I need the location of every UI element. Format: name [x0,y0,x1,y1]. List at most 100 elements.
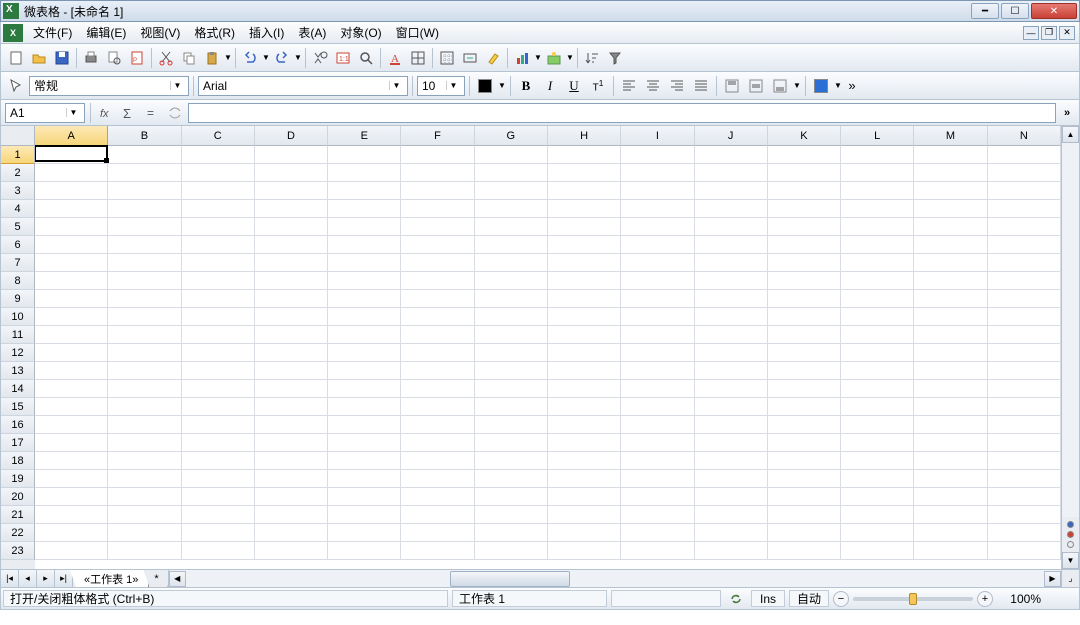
cell[interactable] [914,398,987,416]
cell[interactable] [914,254,987,272]
sheet-tab-1[interactable]: «工作表 1» [70,570,149,587]
chart-button[interactable] [511,47,533,69]
cell[interactable] [35,164,108,182]
cell[interactable] [841,308,914,326]
cut-button[interactable] [155,47,177,69]
cell[interactable] [548,164,621,182]
cell[interactable] [914,308,987,326]
cell[interactable] [914,218,987,236]
cell[interactable] [401,218,474,236]
cell[interactable] [255,398,328,416]
cell[interactable] [621,326,694,344]
cell[interactable] [548,308,621,326]
cell[interactable] [328,254,401,272]
cell[interactable] [475,182,548,200]
cell[interactable] [621,200,694,218]
nav-dot-2[interactable] [1067,531,1074,538]
col-header-M[interactable]: M [914,126,987,146]
cell[interactable] [182,236,255,254]
cell[interactable] [548,524,621,542]
cell[interactable] [328,164,401,182]
cell[interactable] [35,308,108,326]
cell[interactable] [255,416,328,434]
cell[interactable] [768,290,841,308]
col-header-I[interactable]: I [621,126,694,146]
row-header-11[interactable]: 11 [1,326,35,344]
cell[interactable] [695,362,768,380]
cell[interactable] [548,416,621,434]
cell[interactable] [328,452,401,470]
col-header-E[interactable]: E [328,126,401,146]
cell[interactable] [841,290,914,308]
cell[interactable] [108,452,181,470]
cell[interactable] [988,506,1061,524]
font-color-button[interactable] [474,75,496,97]
cell[interactable] [548,488,621,506]
cell[interactable] [914,524,987,542]
cell[interactable] [255,218,328,236]
cell[interactable] [328,344,401,362]
cell[interactable] [401,308,474,326]
style-combo[interactable]: 常规▼ [29,76,189,96]
cell[interactable] [35,506,108,524]
cell[interactable] [695,254,768,272]
zoom-value[interactable]: 100% [997,592,1045,606]
cell[interactable] [914,362,987,380]
cell[interactable] [841,164,914,182]
cell[interactable] [695,182,768,200]
cell[interactable] [182,470,255,488]
row-header-7[interactable]: 7 [1,254,35,272]
highlight-button[interactable] [482,47,504,69]
filter-button[interactable] [604,47,626,69]
cell[interactable] [182,434,255,452]
cell[interactable] [914,470,987,488]
cell[interactable] [35,236,108,254]
cell[interactable] [548,236,621,254]
cell[interactable] [841,326,914,344]
cell[interactable] [108,254,181,272]
cell[interactable] [914,146,987,164]
cell[interactable] [548,290,621,308]
cell[interactable] [182,218,255,236]
cell[interactable] [988,452,1061,470]
underline-button[interactable]: U [563,75,585,97]
cell[interactable] [475,380,548,398]
tab-last-button[interactable]: ▸| [55,570,73,587]
cell[interactable] [621,452,694,470]
cell[interactable] [768,200,841,218]
row-header-19[interactable]: 19 [1,470,35,488]
cell[interactable] [108,380,181,398]
cell[interactable] [475,290,548,308]
menu-format[interactable]: 格式(R) [187,22,242,43]
cell[interactable] [182,398,255,416]
cell[interactable] [548,182,621,200]
cell[interactable] [401,254,474,272]
cancel-formula-button[interactable] [165,103,185,123]
cell[interactable] [475,236,548,254]
cell[interactable] [108,542,181,560]
cell[interactable] [841,380,914,398]
cell[interactable] [108,182,181,200]
cell[interactable] [621,308,694,326]
valign-bottom-button[interactable] [769,75,791,97]
doc-close-button[interactable]: ✕ [1059,26,1075,40]
cell[interactable] [35,146,108,164]
cell[interactable] [548,218,621,236]
valign-middle-button[interactable] [745,75,767,97]
app-menu-icon[interactable]: X [3,24,23,42]
cell[interactable] [35,488,108,506]
cell[interactable] [841,542,914,560]
find-button[interactable] [309,47,331,69]
cell[interactable] [695,488,768,506]
cell[interactable] [475,362,548,380]
italic-button[interactable]: I [539,75,561,97]
cell[interactable] [182,290,255,308]
cell[interactable] [401,164,474,182]
cell[interactable] [475,470,548,488]
cell[interactable] [475,542,548,560]
cell[interactable] [695,380,768,398]
cell[interactable] [475,452,548,470]
cell[interactable] [108,488,181,506]
align-center-button[interactable] [642,75,664,97]
cell[interactable] [35,380,108,398]
